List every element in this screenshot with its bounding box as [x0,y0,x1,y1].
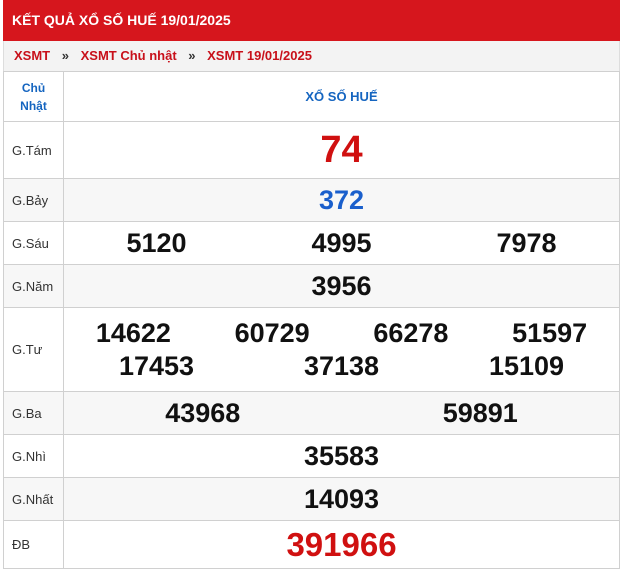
breadcrumb: XSMT » XSMT Chủ nhật » XSMT 19/01/2025 [3,41,620,71]
prize-label: G.Tư [3,307,64,392]
prize-row-g3: G.Ba 43968 59891 [3,391,620,435]
prize-row-g2: G.Nhì 35583 [3,434,620,478]
day-label: Chủ Nhật [20,80,47,113]
prize-label: G.Nhất [3,477,64,521]
prize-row-g1: G.Nhất 14093 [3,477,620,521]
prize-label: G.Nhì [3,434,64,478]
breadcrumb-separator: » [61,48,69,63]
day-label-cell: Chủ Nhật [3,71,64,122]
prize-number: 74 [320,128,363,171]
prize-row-g6: G.Sáu 5120 4995 7978 [3,221,620,265]
prize-number: 66278 [373,317,449,348]
prize-number: 43968 [165,397,241,428]
prize-label: G.Năm [3,264,64,308]
prize-number: 372 [318,184,365,215]
prize-number: 51597 [512,317,588,348]
breadcrumb-separator: » [188,48,196,63]
prize-label: G.Sáu [3,221,64,265]
prize-number: 60729 [234,317,310,348]
prize-number: 15109 [488,350,565,381]
table-header-row: Chủ Nhật XỔ SỐ HUẾ [3,71,620,122]
page-title: KẾT QUẢ XỔ SỐ HUẾ 19/01/2025 [3,0,620,41]
prize-label: ĐB [3,520,64,569]
province-title: XỔ SỐ HUẾ [63,71,620,122]
prize-number: 5120 [126,227,187,258]
prize-row-g5: G.Năm 3956 [3,264,620,308]
results-panel: KẾT QUẢ XỔ SỐ HUẾ 19/01/2025 XSMT » XSMT… [3,0,620,569]
prize-number: 17453 [118,350,195,381]
results-table: Chủ Nhật XỔ SỐ HUẾ G.Tám 74 G.Bảy 372 G.… [3,71,620,569]
prize-number: 35583 [303,440,380,471]
breadcrumb-xsmt-sunday[interactable]: XSMT Chủ nhật [81,48,177,63]
prize-number: 7978 [496,227,557,258]
prize-row-g4: G.Tư 14622 60729 66278 51597 17453 37138… [3,307,620,392]
prize-number: 14622 [95,317,171,348]
prize-number: 14093 [303,483,380,514]
prize-number: 4995 [311,227,372,258]
prize-number: 37138 [303,350,380,381]
prize-row-g8: G.Tám 74 [3,121,620,179]
prize-label: G.Ba [3,391,64,435]
prize-number: 3956 [311,270,372,301]
special-prize-number: 391966 [286,525,397,563]
prize-number: 59891 [442,397,518,428]
prize-label: G.Bảy [3,178,64,222]
prize-row-special: ĐB 391966 [3,520,620,569]
prize-label: G.Tám [3,121,64,179]
breadcrumb-xsmt[interactable]: XSMT [14,48,50,63]
prize-row-g7: G.Bảy 372 [3,178,620,222]
breadcrumb-xsmt-date[interactable]: XSMT 19/01/2025 [207,48,312,63]
